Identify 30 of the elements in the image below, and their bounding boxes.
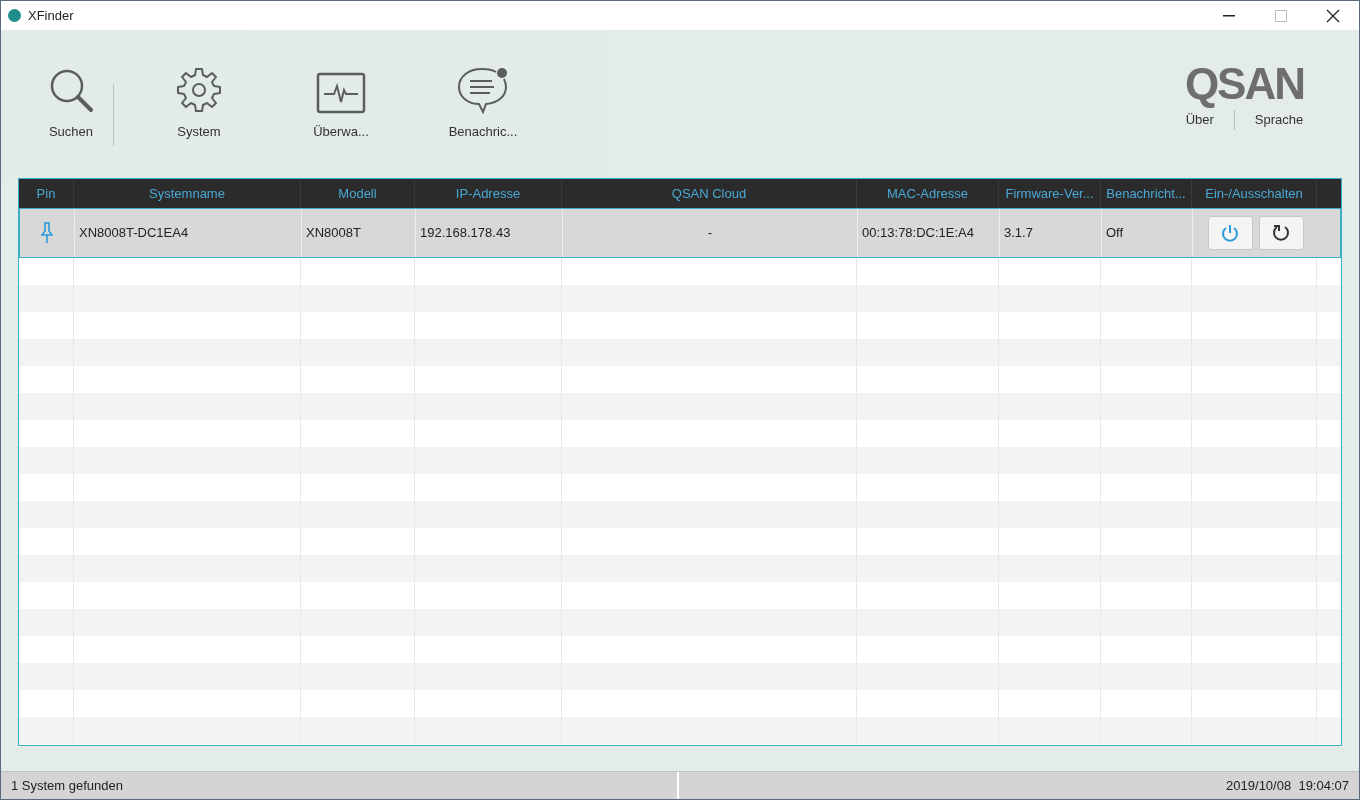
toolbar-button[interactable]: System [144,60,254,142]
speech-bubble-icon [456,66,510,114]
power-icon [1220,223,1240,243]
app-logo-icon [7,8,22,23]
maximize-icon [1275,9,1287,22]
table-cell-text: XN8008T-DC1EA4 [79,224,189,243]
pin-icon[interactable] [41,222,53,244]
table-cell-text: Off [1106,224,1124,243]
brand-logo: QSAN [1184,62,1304,106]
close-icon [1326,8,1340,23]
table-cell-text: 3.1.7 [1004,224,1033,243]
table-row[interactable]: XN8008T-DC1EA4 XN8008T 192.168.178.43 - 00:13:78:DC:1E:A4 3.1.7 Off [19,208,1341,258]
monitor-icon [316,72,366,114]
table-cell-text: 192.168.178.43 [420,224,511,243]
toolbar-button[interactable]: Suchen [31,60,111,142]
restart-button[interactable] [1258,216,1304,250]
toolbar-button[interactable]: Benachric... [428,60,538,142]
table-cell-text: - [707,224,713,243]
table-cell-text: XN8008T [306,224,361,243]
header-link[interactable]: Über [1185,110,1214,130]
toolbar-button[interactable]: Überwa... [286,60,396,142]
status-message: 1 System gefunden [11,776,124,795]
gear-icon [175,66,223,114]
status-timestamp: 2019/10/08 19:04:07 [1226,776,1349,795]
restart-icon [1271,223,1291,243]
power-button[interactable] [1207,216,1253,250]
window-title: XFinder [28,6,74,25]
minimize-icon [1223,14,1235,17]
table-cell-text: 00:13:78:DC:1E:A4 [862,224,975,243]
header-link[interactable]: Sprache [1254,110,1304,130]
